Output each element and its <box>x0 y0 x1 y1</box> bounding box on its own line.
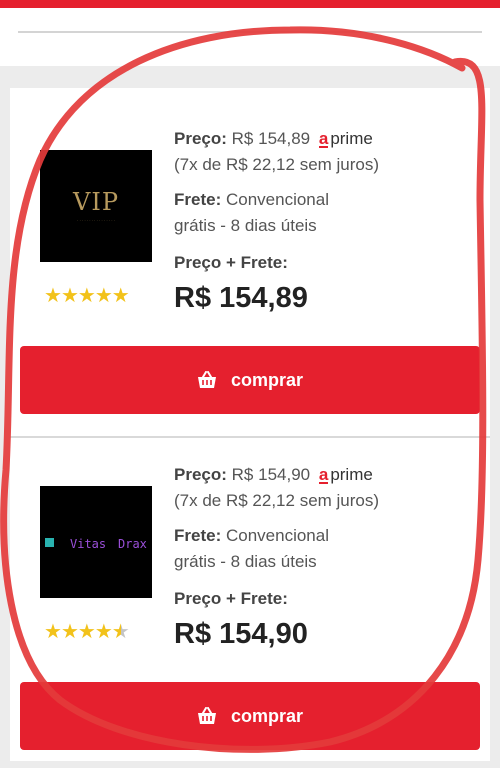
star-icon: ★ <box>94 621 113 643</box>
star-icon: ★ <box>111 285 130 307</box>
buy-button[interactable]: comprar <box>20 682 480 750</box>
shopping-basket-icon <box>197 707 217 725</box>
prime-text: prime <box>330 129 373 148</box>
offer-card: VIP · · · · · · · · · · · · · · · · ★★★★… <box>10 88 490 438</box>
previous-card <box>0 8 500 66</box>
seller-logo-vitas-drax: Vitas Drax <box>40 486 152 598</box>
rating-stars: ★★★★★ <box>44 621 130 643</box>
installments: (7x de R$ 22,12 sem juros) <box>174 491 380 510</box>
top-red-bar <box>0 0 500 8</box>
offer-info: Preço: R$ 154,89 a prime (7x de R$ 22,12 … <box>174 126 474 316</box>
offer-card: Vitas Drax ★★★★★ Preço: R$ 154,90 a prime… <box>10 438 490 768</box>
star-icon: ★ <box>77 285 96 307</box>
prime-logo-icon: a <box>318 465 329 484</box>
freight-type: Convencional <box>225 190 329 209</box>
shopping-basket-icon <box>197 371 217 389</box>
buy-button[interactable]: comprar <box>20 346 480 414</box>
price-value: R$ 154,89 <box>231 129 311 148</box>
offers-list: VIP · · · · · · · · · · · · · · · · ★★★★… <box>10 88 490 761</box>
star-icon: ★ <box>77 621 96 643</box>
price-label: Preço: <box>174 129 227 148</box>
star-icon: ★ <box>60 621 79 643</box>
rating-stars: ★★★★★ <box>44 285 130 307</box>
total-price: R$ 154,90 <box>174 618 308 650</box>
logo-subtext-decoration: · · · · · · · · · · · · · · · · <box>77 218 115 223</box>
seller-logo-vip: VIP · · · · · · · · · · · · · · · · <box>40 150 152 262</box>
price-label: Preço: <box>174 465 227 484</box>
total-label: Preço + Frete: <box>174 253 288 272</box>
logo-square-decoration <box>45 538 54 547</box>
star-icon: ★ <box>60 285 79 307</box>
prime-logo-icon: a <box>318 129 329 148</box>
logo-text-right: Drax <box>118 537 147 551</box>
star-icon: ★ <box>44 621 62 643</box>
freight-label: Frete: <box>174 190 222 209</box>
star-icon: ★ <box>44 285 62 307</box>
buy-button-label: comprar <box>230 705 304 726</box>
total-price: R$ 154,89 <box>174 282 308 314</box>
freight-detail: grátis - 8 dias úteis <box>174 552 317 571</box>
freight-detail: grátis - 8 dias úteis <box>174 216 317 235</box>
total-label: Preço + Frete: <box>174 589 288 608</box>
freight-label: Frete: <box>174 526 222 545</box>
separator-line <box>18 31 482 33</box>
installments: (7x de R$ 22,12 sem juros) <box>174 155 380 174</box>
logo-text: VIP <box>73 188 119 216</box>
buy-button-label: comprar <box>230 369 304 390</box>
freight-type: Convencional <box>225 526 329 545</box>
half-star-icon: ★ <box>111 621 130 643</box>
price-value: R$ 154,90 <box>231 465 311 484</box>
logo-text-left: Vitas <box>70 537 107 551</box>
offer-info: Preço: R$ 154,90 a prime (7x de R$ 22,12 … <box>174 462 474 652</box>
star-icon: ★ <box>94 285 113 307</box>
prime-text: prime <box>330 465 373 484</box>
